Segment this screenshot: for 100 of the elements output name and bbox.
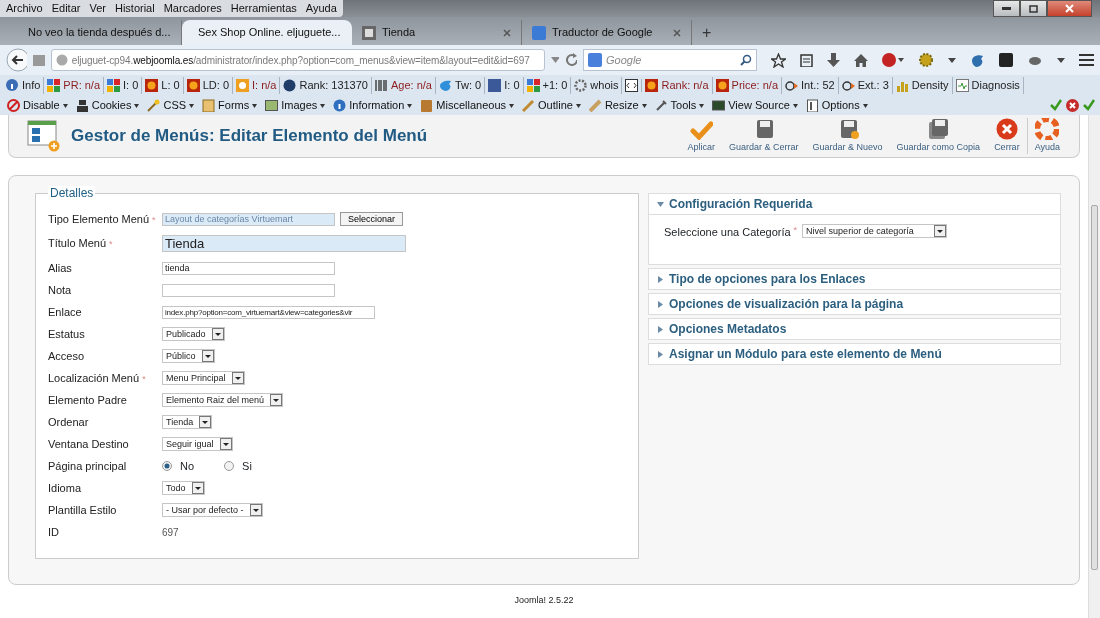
stop-sign-icon[interactable]: [882, 53, 904, 67]
toolbar-stat[interactable]: Age: n/a: [390, 77, 432, 94]
field-label: Página principal: [48, 459, 127, 472]
dropdown-icon[interactable]: [551, 57, 559, 63]
input-field[interactable]: Tienda: [162, 235, 406, 252]
toolbar-stat[interactable]: +1: 0: [542, 77, 568, 94]
input-field[interactable]: [162, 283, 335, 297]
select-field[interactable]: Nivel superior de categoría: [802, 224, 947, 238]
toolbar-stat[interactable]: Ext.: 3: [857, 77, 889, 94]
check-icon[interactable]: [1083, 99, 1095, 111]
menu-item[interactable]: Historial: [114, 0, 155, 17]
radio-button[interactable]: [224, 461, 235, 471]
reload-icon[interactable]: [564, 53, 577, 67]
toolbar-menu[interactable]: Options: [821, 97, 860, 114]
select-field[interactable]: - Usar por defecto -: [162, 503, 263, 517]
close-icon[interactable]: [673, 28, 681, 37]
toolbar-stat[interactable]: Int.: 52: [801, 77, 835, 94]
toolbar-menu[interactable]: Outline: [538, 97, 573, 114]
toolbar-stat[interactable]: I: 0: [123, 77, 139, 94]
collapsed-arrow-icon: [657, 300, 664, 308]
clipboard-icon[interactable]: [800, 53, 813, 67]
toolbar-stat[interactable]: I: 0: [504, 77, 520, 94]
field-label: Nota: [48, 283, 72, 296]
menu-item[interactable]: Herramientas: [230, 0, 297, 17]
star-icon[interactable]: [771, 52, 786, 68]
toolbar-button[interactable]: Cerrar: [987, 117, 1027, 155]
check-icon[interactable]: [1050, 99, 1062, 111]
input-field[interactable]: index.php?option=com_virtuemart&view=categories&vir: [162, 305, 375, 319]
toolbar-menu[interactable]: View Source: [728, 97, 790, 114]
toolbar-menu[interactable]: CSS: [163, 97, 187, 114]
toolbar-button[interactable]: Guardar como Copia: [889, 117, 988, 155]
select-field[interactable]: Seguir igual: [162, 437, 233, 451]
toolbar-menu[interactable]: Tools: [670, 97, 697, 114]
menu-item[interactable]: Ver: [89, 0, 106, 17]
toolbar-stat[interactable]: Diagnosis: [971, 77, 1020, 94]
wrench-icon: [654, 99, 668, 112]
toolbar-stat[interactable]: L: 0: [161, 77, 180, 94]
toolbar-stat[interactable]: I: n/a: [252, 77, 277, 94]
radio-button[interactable]: [162, 461, 172, 471]
toolbar-menu[interactable]: Information: [349, 97, 405, 114]
required-mark: *: [793, 224, 798, 237]
select-field[interactable]: Todo: [162, 481, 205, 495]
required-mark: *: [109, 239, 113, 250]
toolbar-stat[interactable]: whois: [590, 77, 619, 94]
gear-icon[interactable]: [918, 52, 934, 68]
field-value: 697: [162, 525, 179, 540]
toolbar-button[interactable]: Guardar & Nuevo: [805, 117, 890, 155]
toolbar-button[interactable]: Guardar & Cerrar: [722, 117, 806, 155]
download-icon[interactable]: [827, 53, 840, 67]
caret-icon[interactable]: [948, 57, 956, 63]
input-field[interactable]: tienda: [162, 261, 335, 275]
toolbar-menu[interactable]: Miscellaneous: [436, 97, 507, 114]
toolbar-stat[interactable]: Rank: 131370: [299, 77, 368, 94]
toolbar-menu[interactable]: Forms: [218, 97, 250, 114]
select-button[interactable]: Seleccionar: [340, 212, 404, 226]
select-field[interactable]: Menu Principal: [162, 371, 245, 385]
collapsed-arrow-icon: [657, 275, 664, 283]
close-icon[interactable]: [503, 28, 511, 37]
caret-icon: [134, 103, 140, 108]
toolbar-menu[interactable]: Cookies: [91, 97, 132, 114]
toolbar-menu[interactable]: Disable: [23, 97, 60, 114]
toolbar-stat[interactable]: LD: 0: [202, 77, 229, 94]
search-field[interactable]: Google: [583, 49, 757, 71]
toolbar-stat[interactable]: Tw: 0: [454, 77, 482, 94]
caret-icon: [575, 103, 581, 108]
toolbar-menu[interactable]: Resize: [604, 97, 639, 114]
radio-option[interactable]: Si: [224, 457, 252, 475]
caret-icon[interactable]: [1057, 57, 1065, 63]
search-icon[interactable]: [740, 54, 752, 66]
select-field[interactable]: Publicado: [162, 327, 225, 341]
toolbar-stat[interactable]: Rank: n/a: [661, 77, 709, 94]
menu-icon[interactable]: [1079, 54, 1094, 66]
toolbar-stat[interactable]: PR: n/a: [63, 77, 101, 94]
menu-item[interactable]: Marcadores: [163, 0, 222, 17]
address-bar[interactable]: eljuguet-cp94.webjoomla.es/administrator/index.php?option=com_menus&view=item&layout=edit&id=697: [50, 49, 546, 71]
browser-tab[interactable]: Sex Shop Online. eljuguete...: [182, 20, 352, 45]
menu-item[interactable]: Archivo: [6, 0, 43, 17]
toolbar-menu[interactable]: Images: [281, 97, 318, 114]
toolbar-button[interactable]: Aplicar: [680, 117, 722, 155]
toolbar-stat[interactable]: Density: [911, 77, 949, 94]
menu-item[interactable]: Editar: [51, 0, 81, 17]
select-field[interactable]: Tienda: [162, 415, 213, 429]
radio-option[interactable]: No: [162, 457, 195, 475]
maximize-button[interactable]: [1020, 0, 1047, 17]
code-icon[interactable]: [625, 79, 639, 92]
toolbar-stat[interactable]: Info: [22, 77, 41, 94]
select-field[interactable]: Público: [162, 349, 215, 363]
back-icon[interactable]: [6, 48, 27, 72]
menu-item[interactable]: Ayuda: [305, 0, 337, 17]
scrollbar[interactable]: [1088, 115, 1100, 618]
page-title: Gestor de Menús: Editar Elemento del Menú: [71, 125, 429, 147]
field-label: Alias: [48, 261, 72, 274]
home-icon[interactable]: [854, 53, 868, 67]
new-tab-button[interactable]: +: [692, 20, 722, 45]
close-button[interactable]: [1047, 0, 1092, 17]
toolbar-stat[interactable]: Price: n/a: [731, 77, 778, 94]
close-icon[interactable]: [1066, 99, 1079, 112]
toolbar-button[interactable]: Ayuda: [1026, 117, 1067, 155]
select-field[interactable]: Elemento Raiz del menú: [162, 393, 284, 407]
minimize-button[interactable]: [993, 0, 1020, 17]
